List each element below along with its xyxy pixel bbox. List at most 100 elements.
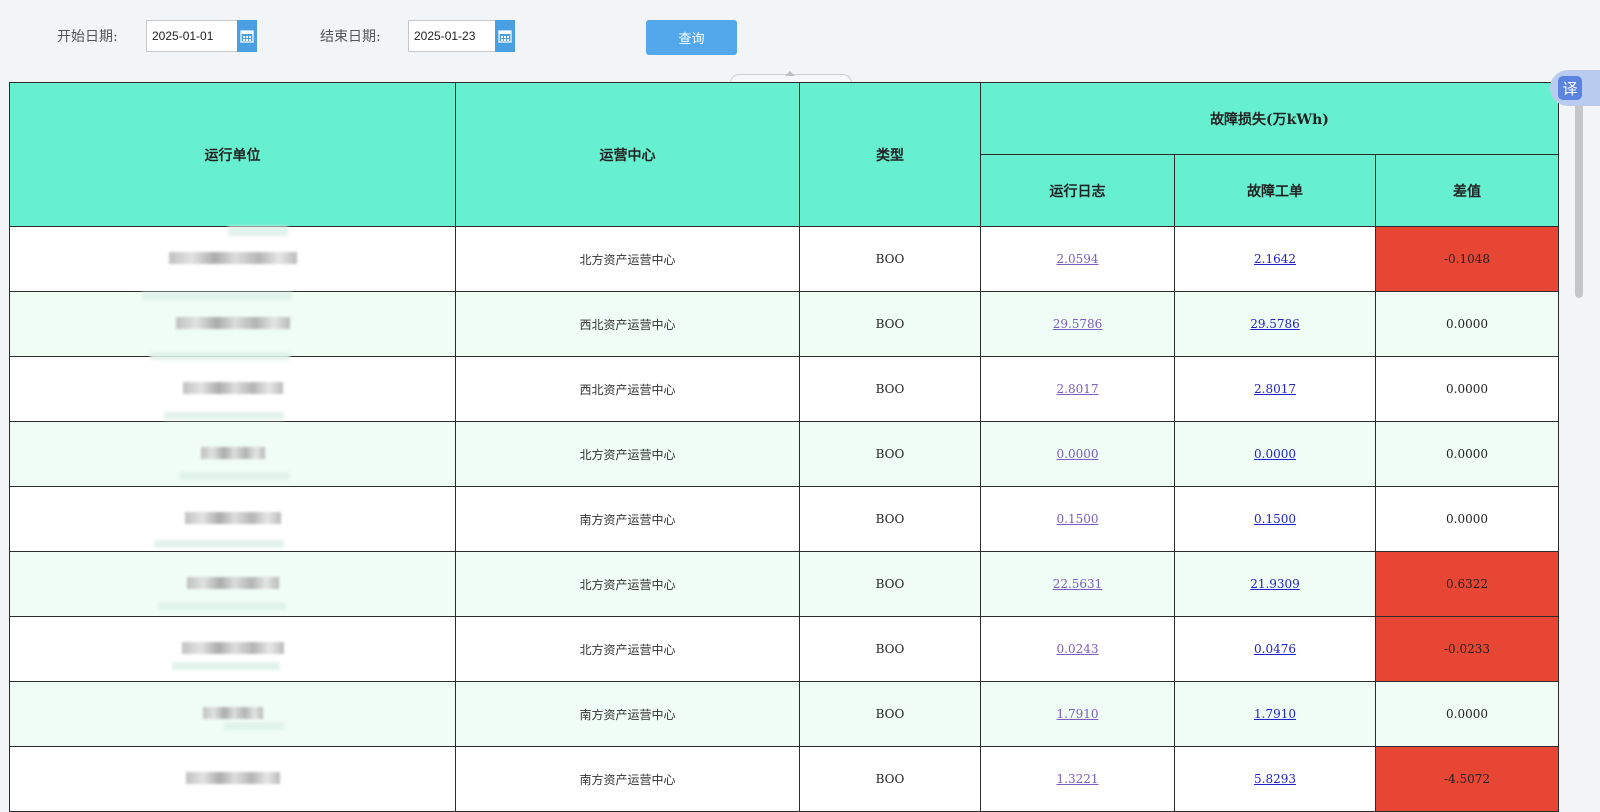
log-link[interactable]: 2.0594 xyxy=(1057,252,1099,266)
order-cell: 0.0476 xyxy=(1174,616,1376,682)
unit-cell-redacted xyxy=(9,486,456,552)
log-cell: 1.3221 xyxy=(980,746,1175,812)
order-link[interactable]: 5.8293 xyxy=(1254,772,1296,786)
diff-cell: -4.5072 xyxy=(1375,746,1559,812)
unit-cell-redacted xyxy=(9,421,456,487)
table-row: 北方资产运营中心 BOO 0.0243 0.0476 -0.0233 xyxy=(9,616,1559,682)
start-date-label: 开始日期: xyxy=(57,29,118,45)
table-row: 南方资产运营中心 BOO 1.3221 5.8293 -4.5072 xyxy=(9,746,1559,812)
log-link[interactable]: 2.8017 xyxy=(1057,382,1099,396)
log-cell: 2.8017 xyxy=(980,356,1175,422)
end-date-value: 2025-01-23 xyxy=(414,29,476,43)
log-cell: 29.5786 xyxy=(980,291,1175,357)
end-date-input[interactable]: 2025-01-23 xyxy=(408,20,515,52)
unit-cell-redacted xyxy=(9,746,456,812)
center-cell: 南方资产运营中心 xyxy=(455,746,800,812)
center-cell: 西北资产运营中心 xyxy=(455,356,800,422)
type-cell: BOO xyxy=(799,746,981,812)
center-cell: 南方资产运营中心 xyxy=(455,681,800,747)
order-link[interactable]: 0.0000 xyxy=(1254,447,1296,461)
order-link[interactable]: 0.0476 xyxy=(1254,642,1296,656)
table-row: 北方资产运营中心 BOO 0.0000 0.0000 0.0000 xyxy=(9,421,1559,487)
center-cell: 北方资产运营中心 xyxy=(455,421,800,487)
type-cell: BOO xyxy=(799,486,981,552)
diff-cell: 0.0000 xyxy=(1375,291,1559,357)
center-cell: 北方资产运营中心 xyxy=(455,226,800,292)
calendar-icon[interactable] xyxy=(495,20,515,52)
header-loss-group: 故障损失(万kWh) xyxy=(980,82,1559,155)
unit-cell-redacted xyxy=(9,616,456,682)
order-link[interactable]: 2.8017 xyxy=(1254,382,1296,396)
table-row: 南方资产运营中心 BOO 0.1500 0.1500 0.0000 xyxy=(9,486,1559,552)
log-link[interactable]: 29.5786 xyxy=(1053,317,1103,331)
order-cell: 21.9309 xyxy=(1174,551,1376,617)
order-cell: 0.1500 xyxy=(1174,486,1376,552)
log-link[interactable]: 22.5631 xyxy=(1053,577,1103,591)
table-row: 北方资产运营中心 BOO 2.0594 2.1642 -0.1048 xyxy=(9,226,1559,292)
order-cell: 5.8293 xyxy=(1174,746,1376,812)
center-cell: 西北资产运营中心 xyxy=(455,291,800,357)
log-cell: 22.5631 xyxy=(980,551,1175,617)
unit-cell-redacted xyxy=(9,291,456,357)
scrollbar-thumb[interactable] xyxy=(1575,90,1583,298)
unit-cell-redacted xyxy=(9,681,456,747)
type-cell: BOO xyxy=(799,421,981,487)
diff-cell: 0.0000 xyxy=(1375,421,1559,487)
order-link[interactable]: 1.7910 xyxy=(1254,707,1296,721)
diff-cell: 0.0000 xyxy=(1375,681,1559,747)
query-button[interactable]: 查询 xyxy=(646,20,737,55)
diff-cell: 0.0000 xyxy=(1375,356,1559,422)
order-cell: 2.8017 xyxy=(1174,356,1376,422)
header-type: 类型 xyxy=(799,82,981,227)
order-link[interactable]: 0.1500 xyxy=(1254,512,1296,526)
type-cell: BOO xyxy=(799,616,981,682)
order-cell: 29.5786 xyxy=(1174,291,1376,357)
order-link[interactable]: 29.5786 xyxy=(1250,317,1300,331)
log-link[interactable]: 0.0243 xyxy=(1057,642,1099,656)
fault-loss-table: 运行单位 运营中心 类型 故障损失(万kWh) 运行日志 故障工单 差值 北方资… xyxy=(9,82,1559,812)
table-row: 南方资产运营中心 BOO 1.7910 1.7910 0.0000 xyxy=(9,681,1559,747)
translate-icon: 译 xyxy=(1558,76,1582,100)
calendar-icon[interactable] xyxy=(237,20,257,52)
end-date-label: 结束日期: xyxy=(320,29,381,45)
log-link[interactable]: 1.7910 xyxy=(1057,707,1099,721)
type-cell: BOO xyxy=(799,681,981,747)
order-link[interactable]: 2.1642 xyxy=(1254,252,1296,266)
log-link[interactable]: 0.0000 xyxy=(1057,447,1099,461)
center-cell: 北方资产运营中心 xyxy=(455,551,800,617)
type-cell: BOO xyxy=(799,291,981,357)
order-cell: 1.7910 xyxy=(1174,681,1376,747)
diff-cell: -0.1048 xyxy=(1375,226,1559,292)
log-link[interactable]: 1.3221 xyxy=(1057,772,1099,786)
type-cell: BOO xyxy=(799,356,981,422)
start-date-value: 2025-01-01 xyxy=(152,29,214,43)
unit-cell-redacted xyxy=(9,551,456,617)
log-cell: 0.0243 xyxy=(980,616,1175,682)
order-link[interactable]: 21.9309 xyxy=(1250,577,1300,591)
header-order: 故障工单 xyxy=(1174,154,1376,227)
header-log: 运行日志 xyxy=(980,154,1175,227)
log-cell: 2.0594 xyxy=(980,226,1175,292)
log-cell: 0.0000 xyxy=(980,421,1175,487)
header-diff: 差值 xyxy=(1375,154,1559,227)
log-link[interactable]: 0.1500 xyxy=(1057,512,1099,526)
diff-cell: 0.0000 xyxy=(1375,486,1559,552)
table-row: 西北资产运营中心 BOO 2.8017 2.8017 0.0000 xyxy=(9,356,1559,422)
center-cell: 南方资产运营中心 xyxy=(455,486,800,552)
unit-cell-redacted xyxy=(9,356,456,422)
log-cell: 1.7910 xyxy=(980,681,1175,747)
center-cell: 北方资产运营中心 xyxy=(455,616,800,682)
filter-toolbar: 开始日期: 2025-01-01 结束日期: 2025-01-23 查询 xyxy=(0,0,1560,75)
table-row: 北方资产运营中心 BOO 22.5631 21.9309 0.6322 xyxy=(9,551,1559,617)
diff-cell: -0.0233 xyxy=(1375,616,1559,682)
log-cell: 0.1500 xyxy=(980,486,1175,552)
order-cell: 0.0000 xyxy=(1174,421,1376,487)
unit-cell-redacted xyxy=(9,226,456,292)
type-cell: BOO xyxy=(799,551,981,617)
start-date-input[interactable]: 2025-01-01 xyxy=(146,20,257,52)
type-cell: BOO xyxy=(799,226,981,292)
diff-cell: 0.6322 xyxy=(1375,551,1559,617)
order-cell: 2.1642 xyxy=(1174,226,1376,292)
header-unit: 运行单位 xyxy=(9,82,456,227)
translate-button[interactable]: 译 xyxy=(1550,70,1600,106)
